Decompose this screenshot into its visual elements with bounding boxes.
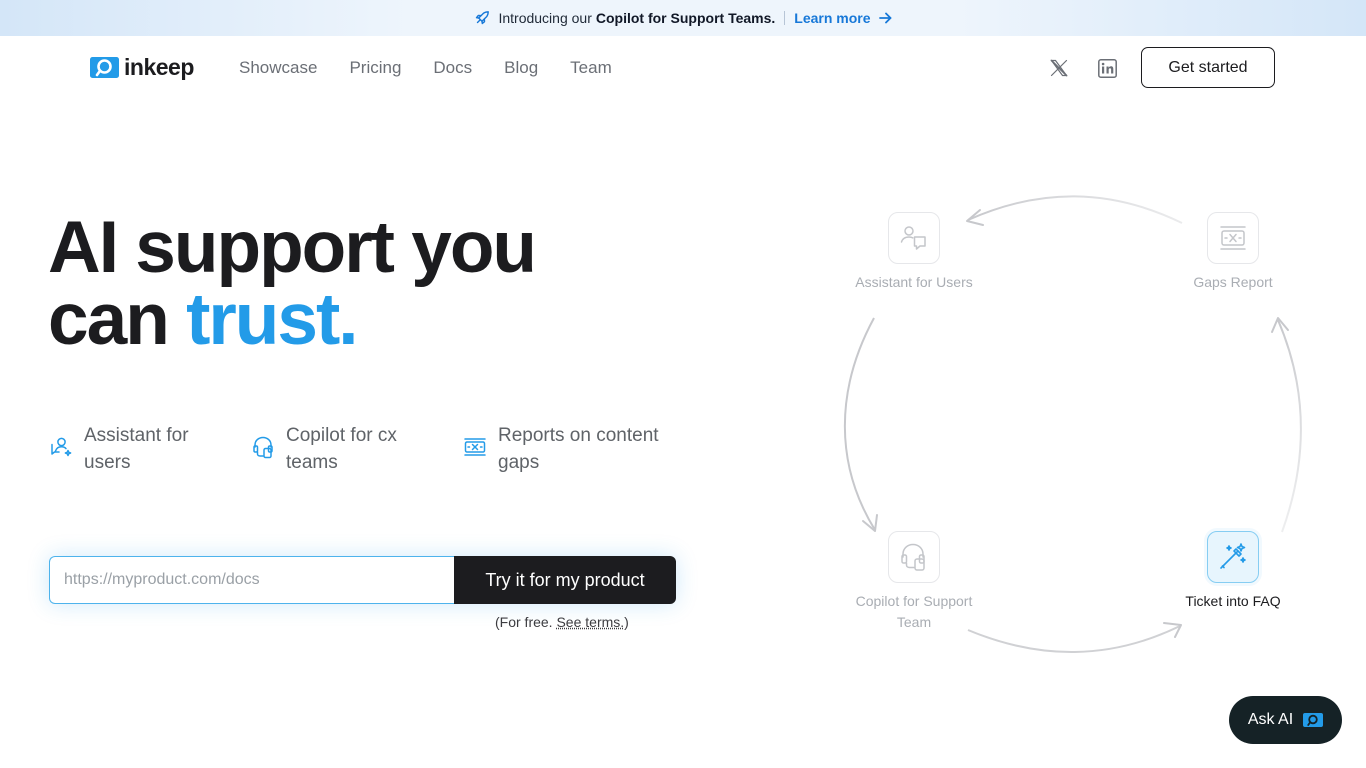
inkeep-logo-icon xyxy=(90,57,119,78)
try-it-button[interactable]: Try it for my product xyxy=(454,556,676,604)
feature-copilot-label: Copilot for cx teams xyxy=(286,425,397,473)
feature-reports-label: Reports on content gaps xyxy=(498,425,659,473)
inkeep-logo-icon xyxy=(1303,713,1324,727)
report-gaps-icon xyxy=(1220,226,1246,250)
user-chat-icon xyxy=(51,437,72,457)
workflow-cycle-diagram: Assistant for Users Gaps Report Copilot … xyxy=(820,180,1320,670)
arrow-copilot-to-ticket xyxy=(967,625,1181,653)
announcement-banner: Introducing our Copilot for Support Team… xyxy=(0,0,1366,36)
diagram-node-gaps-report xyxy=(1207,212,1259,264)
diagram-label-copilot: Copilot for Support Team xyxy=(855,593,973,630)
nav-links: Showcase Pricing Docs Blog Team xyxy=(239,58,644,78)
feature-copilot: Copilot for cx teams xyxy=(250,422,462,476)
feature-list: Assistant for users Copilot for cx teams… xyxy=(48,422,678,476)
diagram-label-ticket-faq: Ticket into FAQ xyxy=(1185,593,1281,609)
nav-link-team[interactable]: Team xyxy=(570,58,612,78)
nav-link-docs[interactable]: Docs xyxy=(433,58,472,78)
headset-icon xyxy=(253,436,273,459)
nav-link-pricing[interactable]: Pricing xyxy=(349,58,401,78)
learn-more-label: Learn more xyxy=(794,10,871,26)
feature-reports: Reports on content gaps xyxy=(462,422,678,476)
magic-wand-icon xyxy=(1220,543,1246,569)
docs-url-form: Try it for my product xyxy=(49,556,676,604)
banner-intro-text: Introducing our xyxy=(498,10,592,26)
linkedin-icon[interactable] xyxy=(1097,58,1117,78)
learn-more-link[interactable]: Learn more xyxy=(794,10,891,26)
arrow-gaps-to-assistant xyxy=(967,195,1183,224)
hero-title: AI support you can trust. xyxy=(48,211,537,356)
terms-suffix: ) xyxy=(624,614,629,630)
diagram-node-assistant xyxy=(888,212,940,264)
arrow-right-icon xyxy=(878,12,891,24)
ask-ai-button[interactable]: Ask AI xyxy=(1229,696,1342,744)
terms-prefix: (For free. xyxy=(495,614,557,630)
brand-name: inkeep xyxy=(124,54,194,80)
see-terms-link[interactable]: See terms. xyxy=(556,614,624,630)
arrow-ticket-to-gaps xyxy=(1277,319,1303,533)
terms-note: (For free. See terms.) xyxy=(495,614,629,630)
headset-icon xyxy=(901,543,925,571)
docs-url-input[interactable] xyxy=(49,556,454,604)
banner-divider xyxy=(784,11,786,25)
rocket-icon xyxy=(474,10,490,26)
nav-link-blog[interactable]: Blog xyxy=(504,58,538,78)
banner-highlight-text: Copilot for Support Teams. xyxy=(595,10,776,26)
ask-ai-label: Ask AI xyxy=(1247,711,1294,728)
diagram-label-gaps-report: Gaps Report xyxy=(1193,274,1273,290)
diagram-node-copilot xyxy=(888,531,940,583)
top-nav: inkeep Showcase Pricing Docs Blog Team G… xyxy=(0,36,1366,100)
user-chat-icon xyxy=(900,226,926,250)
x-icon[interactable] xyxy=(1049,58,1069,78)
hero-title-line2: can xyxy=(48,279,187,360)
feature-assistant: Assistant for users xyxy=(48,422,250,476)
report-gaps-icon xyxy=(464,438,486,456)
diagram-label-assistant: Assistant for Users xyxy=(855,274,973,290)
hero-title-accent: trust. xyxy=(186,279,358,360)
diagram-node-ticket-faq xyxy=(1207,531,1259,583)
feature-assistant-label: Assistant for users xyxy=(84,425,189,473)
hero-title-line1: AI support you xyxy=(48,207,537,288)
get-started-button[interactable]: Get started xyxy=(1141,47,1275,88)
nav-link-showcase[interactable]: Showcase xyxy=(239,58,317,78)
inkeep-logo[interactable]: inkeep xyxy=(90,54,194,81)
arrow-assistant-to-copilot xyxy=(843,317,876,531)
